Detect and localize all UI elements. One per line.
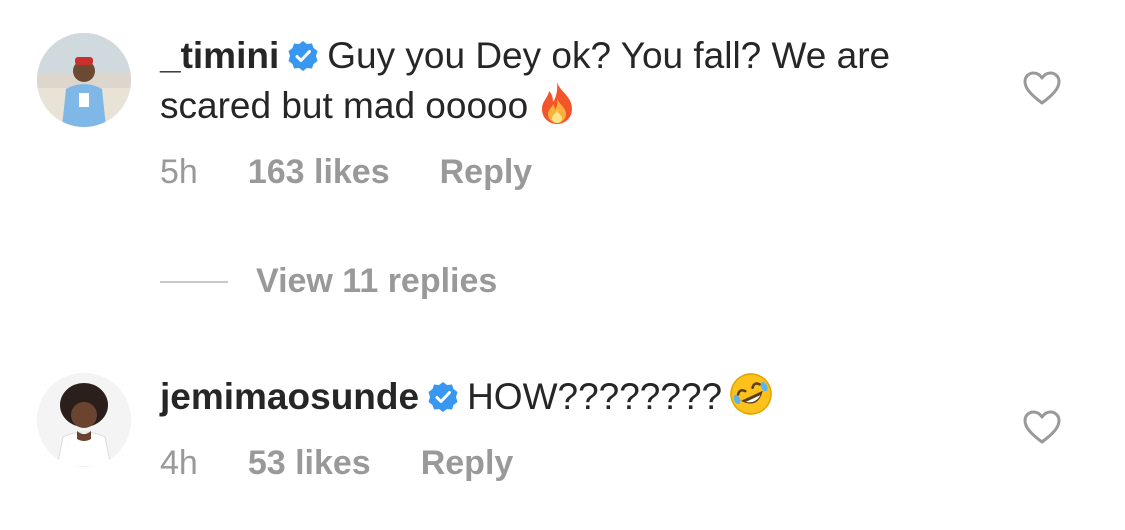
comment-timestamp: 4h bbox=[160, 444, 198, 482]
rolling-on-floor-laughing-emoji-icon bbox=[728, 371, 774, 417]
view-replies-label[interactable]: View 11 replies bbox=[256, 262, 497, 300]
view-replies-button[interactable]: View 11 replies bbox=[160, 262, 497, 302]
reply-button[interactable]: Reply bbox=[440, 153, 533, 192]
reply-button[interactable]: Reply bbox=[421, 444, 514, 483]
like-heart-icon[interactable] bbox=[1022, 409, 1062, 445]
fire-emoji-icon bbox=[534, 80, 580, 126]
avatar[interactable] bbox=[37, 373, 131, 467]
comment-text: HOW???????? bbox=[467, 376, 723, 417]
comment-likes-count[interactable]: 53 likes bbox=[248, 444, 371, 483]
replies-divider bbox=[160, 280, 228, 283]
comment-username[interactable]: _timini bbox=[160, 35, 279, 76]
comment-meta: 4h 53 likes Reply bbox=[160, 444, 513, 483]
comment-likes-count[interactable]: 163 likes bbox=[248, 153, 390, 192]
verified-badge-icon bbox=[287, 36, 319, 71]
comment-username[interactable]: jemimaosunde bbox=[160, 376, 419, 417]
verified-badge-icon bbox=[427, 377, 459, 412]
comment-body: jemimaosunde HOW???????? bbox=[160, 371, 960, 421]
comment-body: _timini Guy you Dey ok? You fall? We are… bbox=[160, 32, 960, 130]
comment-timestamp: 5h bbox=[160, 153, 198, 191]
comment-meta: 5h 163 likes Reply bbox=[160, 153, 532, 192]
avatar[interactable] bbox=[37, 33, 131, 127]
like-heart-icon[interactable] bbox=[1022, 70, 1062, 106]
